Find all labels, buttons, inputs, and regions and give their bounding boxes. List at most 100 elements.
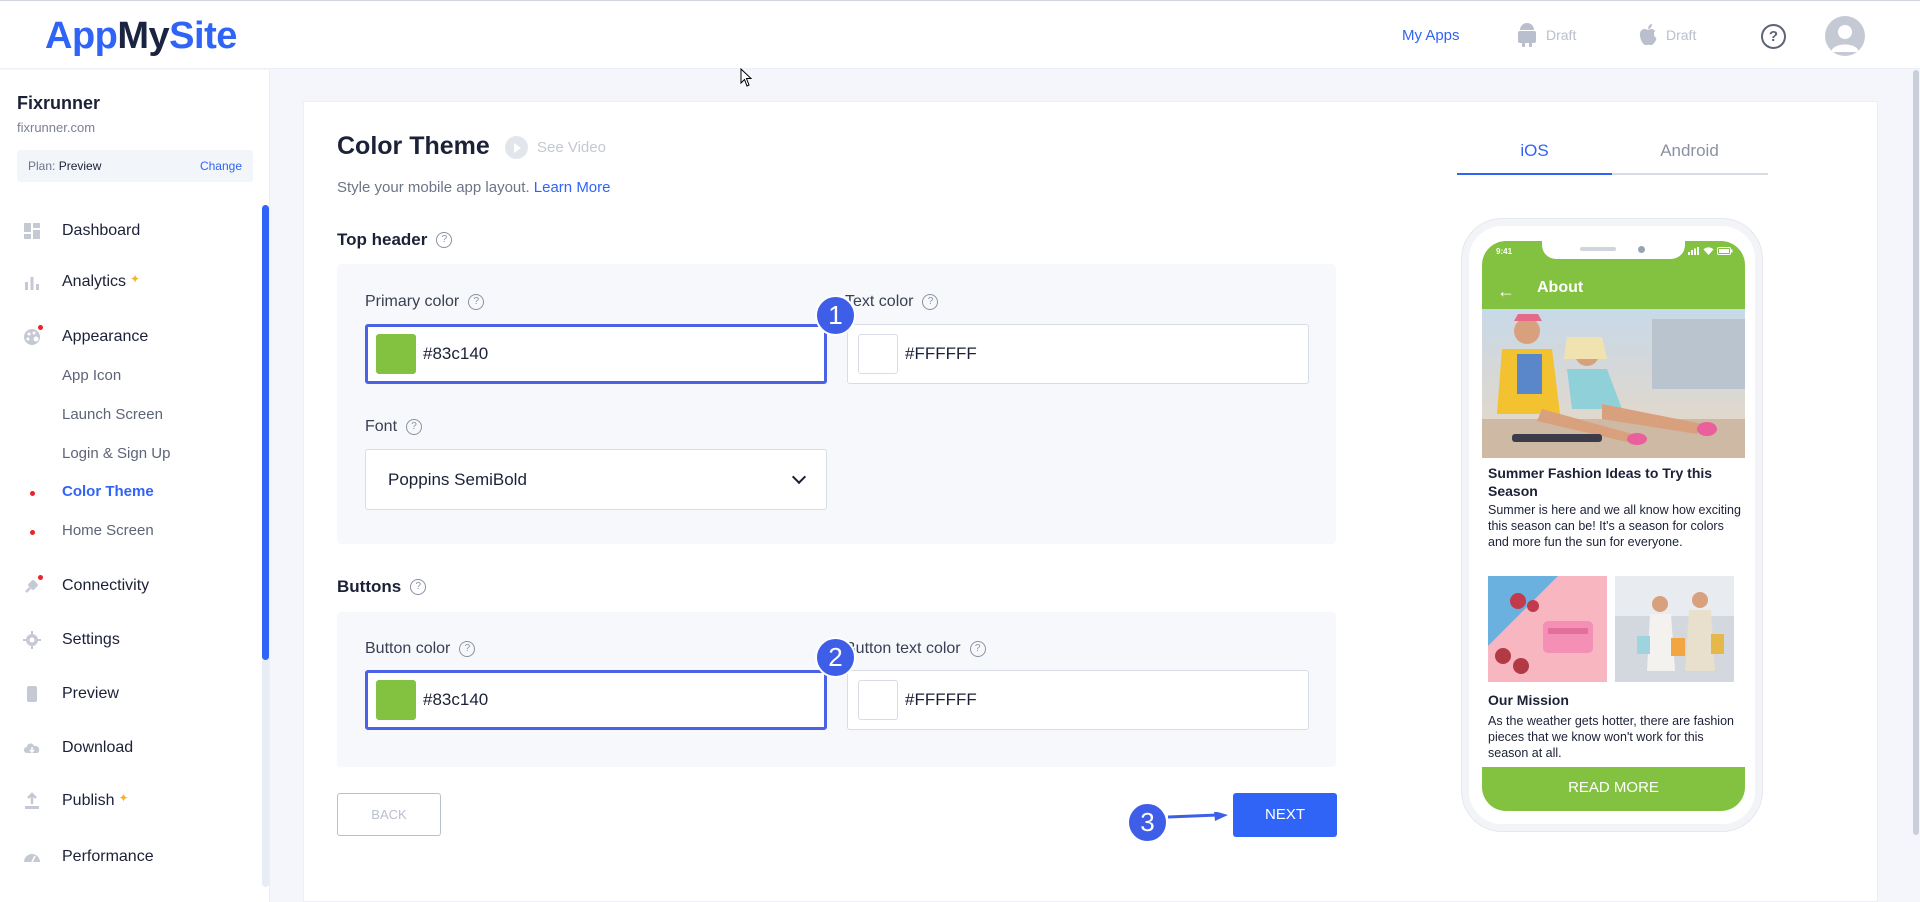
upload-icon <box>25 792 39 809</box>
sidebar-item-launch-screen[interactable]: Launch Screen <box>62 406 163 423</box>
status-time: 9:41 <box>1496 247 1513 256</box>
back-button[interactable]: BACK <box>337 793 441 836</box>
sidebar-item-login-signup[interactable]: Login & Sign Up <box>62 445 170 462</box>
speaker-grill <box>1580 247 1616 251</box>
apple-icon <box>1639 24 1657 46</box>
sidebar-item-dashboard[interactable]: Dashboard <box>22 221 140 241</box>
help-icon[interactable]: ? <box>468 294 485 310</box>
tab-android[interactable]: Android <box>1612 141 1767 161</box>
button-text-color-swatch[interactable] <box>858 680 898 720</box>
sidebar-item-preview[interactable]: Preview <box>22 684 119 704</box>
sidebar-item-color-theme[interactable]: Color Theme <box>62 483 154 500</box>
help-icon[interactable]: ? <box>410 579 427 595</box>
read-more-button[interactable]: READ MORE <box>1482 767 1745 811</box>
help-icon[interactable]: ? <box>459 641 476 657</box>
top-header-section-title: Top header ? <box>337 230 453 250</box>
mission-title: Our Mission <box>1488 692 1569 708</box>
button-text-color-input[interactable]: #FFFFFF <box>847 670 1309 730</box>
chevron-down-icon <box>791 469 807 485</box>
font-select[interactable]: Poppins SemiBold <box>365 449 827 510</box>
signal-icon <box>1688 247 1699 255</box>
arrow-right-icon <box>1168 812 1228 821</box>
help-icon[interactable]: ? <box>922 294 939 310</box>
see-video-label: See Video <box>537 139 606 156</box>
button-color-label: Button color ? <box>365 640 476 658</box>
cloud-download-icon <box>24 743 40 754</box>
play-icon <box>505 136 528 159</box>
back-arrow-icon[interactable]: ← <box>1497 281 1515 302</box>
step-badge-3: 3 <box>1127 802 1168 843</box>
sidebar-scrollbar[interactable] <box>262 205 269 887</box>
text-color-swatch[interactable] <box>858 334 898 374</box>
site-url: fixrunner.com <box>17 120 96 135</box>
see-video-link[interactable]: See Video <box>505 136 606 159</box>
app-logo[interactable]: AppMySite <box>45 15 237 58</box>
user-avatar[interactable] <box>1825 16 1865 56</box>
sidebar-item-performance[interactable]: Performance <box>22 847 154 867</box>
mouse-cursor-icon <box>740 68 753 87</box>
ios-draft-status[interactable]: Draft <box>1638 23 1696 47</box>
sidebar-item-app-icon[interactable]: App Icon <box>62 367 121 384</box>
help-icon[interactable]: ? <box>969 641 986 657</box>
palette-icon <box>24 329 40 345</box>
buttons-section-title: Buttons ? <box>337 577 427 597</box>
ios-draft-label: Draft <box>1666 27 1697 43</box>
app-header-title: About <box>1537 279 1584 296</box>
plan-label: Plan: <box>28 159 56 173</box>
button-color-input[interactable]: #83c140 <box>365 670 827 730</box>
sidebar: Fixrunner fixrunner.com Plan: Preview Ch… <box>0 70 270 902</box>
notification-dot <box>30 491 35 496</box>
post-body: Summer is here and we all know how excit… <box>1488 503 1741 549</box>
sparkle-icon: ✦ <box>130 272 141 286</box>
primary-color-swatch[interactable] <box>376 334 416 374</box>
mission-body: As the weather gets hotter, there are fa… <box>1488 714 1734 760</box>
step-badge-1: 1 <box>815 295 856 336</box>
sidebar-item-appearance[interactable]: Appearance <box>22 327 148 347</box>
sidebar-item-label: Preview <box>62 685 119 702</box>
page-scrollbar[interactable] <box>1911 70 1920 902</box>
active-tab-underline <box>1457 173 1612 175</box>
sidebar-item-label: Download <box>62 739 134 756</box>
plan-change-link[interactable]: Change <box>200 159 242 173</box>
page-scroll-thumb[interactable] <box>1913 70 1919 835</box>
hero-image <box>1482 309 1745 458</box>
page-title: Color Theme <box>337 132 490 160</box>
my-apps-link[interactable]: My Apps <box>1402 27 1460 44</box>
plan-box: Plan: Preview Change <box>17 150 253 182</box>
sidebar-item-label: Dashboard <box>62 222 141 239</box>
sidebar-item-settings[interactable]: Settings <box>22 630 120 650</box>
sparkle-icon: ✦ <box>118 791 129 805</box>
site-name: Fixrunner <box>17 93 101 113</box>
learn-more-link[interactable]: Learn More <box>534 179 611 196</box>
button-color-swatch[interactable] <box>376 680 416 720</box>
sidebar-item-label: Appearance <box>62 328 149 345</box>
text-color-label: Text color ? <box>845 293 939 311</box>
step-badge-2: 2 <box>815 637 856 678</box>
help-icon[interactable]: ? <box>436 232 453 248</box>
primary-color-input[interactable]: #83c140 <box>365 324 827 384</box>
tab-ios[interactable]: iOS <box>1457 141 1612 161</box>
sidebar-item-download[interactable]: Download <box>22 738 133 758</box>
sidebar-item-analytics[interactable]: Analytics ✦ <box>22 272 140 292</box>
subtitle-text: Style your mobile app layout. <box>337 179 530 196</box>
notification-dot <box>38 325 43 330</box>
sidebar-item-publish[interactable]: Publish ✦ <box>22 791 129 811</box>
sidebar-item-home-screen[interactable]: Home Screen <box>62 522 154 539</box>
sidebar-item-label: Settings <box>62 631 120 648</box>
android-draft-status[interactable]: Draft <box>1516 23 1576 47</box>
next-button[interactable]: NEXT <box>1233 793 1337 837</box>
battery-icon <box>1717 247 1733 255</box>
sidebar-scroll-thumb[interactable] <box>262 205 269 660</box>
dashboard-icon <box>24 223 40 239</box>
top-bar: AppMySite My Apps Draft Draft ? <box>0 0 1920 69</box>
help-icon[interactable]: ? <box>406 419 423 435</box>
sidebar-item-label: Performance <box>62 848 154 865</box>
text-color-input[interactable]: #FFFFFF <box>847 324 1309 384</box>
sidebar-item-label: Analytics <box>62 273 127 290</box>
camera-dot <box>1638 246 1645 253</box>
sidebar-item-label: Connectivity <box>62 577 150 594</box>
wifi-icon <box>1703 247 1714 255</box>
help-icon[interactable]: ? <box>1761 24 1786 49</box>
speedometer-icon <box>24 854 40 863</box>
status-icons <box>1688 247 1733 255</box>
